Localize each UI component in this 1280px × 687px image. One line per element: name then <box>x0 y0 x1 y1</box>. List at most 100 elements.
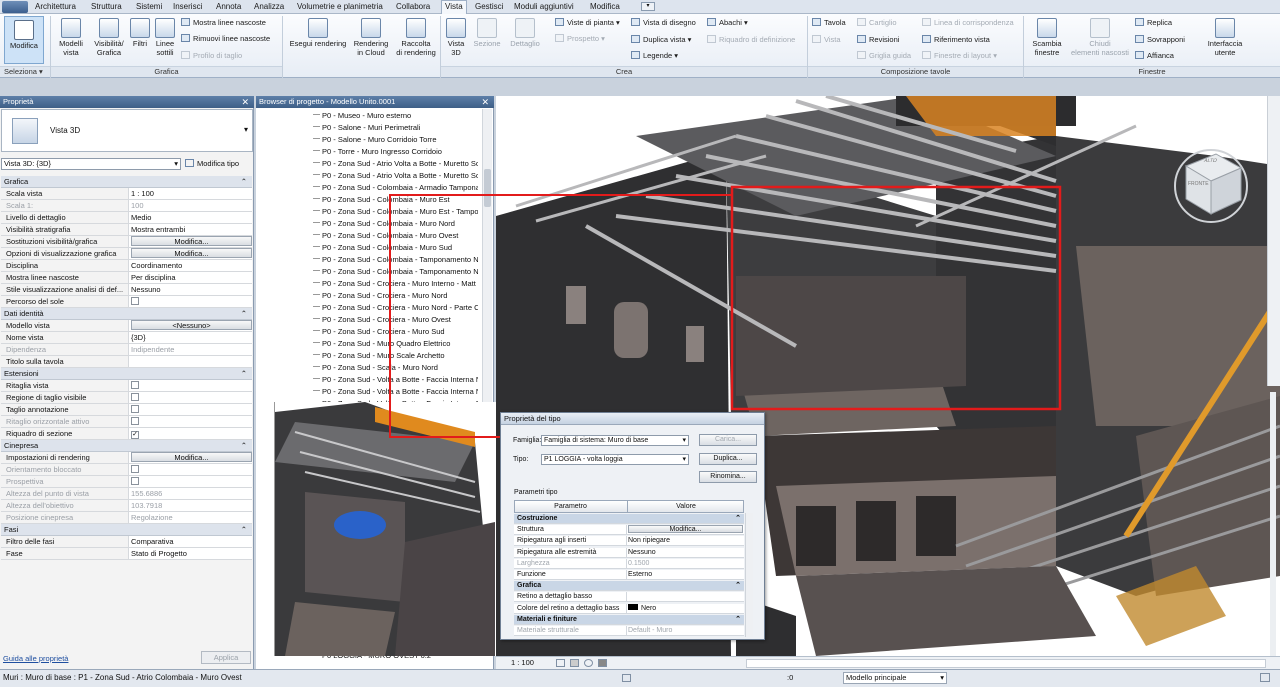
param-value[interactable]: 0.1500 <box>626 558 743 568</box>
3d-view-button[interactable]: Vista 3D <box>444 18 468 57</box>
modify-button[interactable]: Modifica <box>4 16 44 64</box>
param-section-header[interactable]: Materiali e finiture ⌃ <box>514 614 744 625</box>
tree-item[interactable]: P0 - Zona Sud - Colombaia - Muro Nord <box>313 218 478 230</box>
view-scale[interactable]: 1 : 100 <box>511 658 534 667</box>
cut-profile-button[interactable]: Profilo di taglio <box>181 51 242 61</box>
property-value[interactable]: Nessuno <box>128 284 252 295</box>
filters-button[interactable]: Filtri <box>129 18 151 48</box>
tab-architettura[interactable]: Architettura <box>35 1 76 14</box>
param-value[interactable]: Esterno <box>626 570 743 579</box>
viewcube-top-label[interactable]: ALTO <box>1203 158 1218 164</box>
sheet-button[interactable]: Tavola <box>812 18 846 28</box>
tab-moduli-aggiuntivi[interactable]: Moduli aggiuntivi <box>514 1 574 14</box>
checkbox[interactable]: ✓ <box>131 431 139 439</box>
tree-item[interactable]: P0 - Museo - Muro esterno <box>313 110 478 122</box>
tree-item[interactable]: P0 - Zona Sud - Atrio Volta a Botte - Mu… <box>313 158 478 170</box>
thin-lines-button[interactable]: Linee sottili <box>152 18 178 57</box>
scrollbar-thumb[interactable] <box>484 169 491 207</box>
tile-button[interactable]: Affianca <box>1135 51 1174 61</box>
property-value[interactable]: Indipendente <box>128 344 252 355</box>
navigation-bar[interactable] <box>1267 96 1280 386</box>
checkbox[interactable] <box>131 417 139 425</box>
tab-volumetrie[interactable]: Volumetrie e planimetria <box>297 1 383 14</box>
property-value[interactable]: Comparativa <box>128 536 252 547</box>
tree-item[interactable]: P0 - Zona Sud - Colombaia - Muro Est <box>313 194 478 206</box>
load-button[interactable]: Carica... <box>699 434 757 446</box>
property-section-header[interactable]: Grafica ⌃ <box>1 176 252 188</box>
tab-annota[interactable]: Annota <box>216 1 241 14</box>
tree-item[interactable]: P0 - Zona Sud - Crociera - Muro Nord - P… <box>313 302 478 314</box>
tree-item[interactable]: P0 - Zona Sud - Muro Scale Archetto <box>313 350 478 362</box>
scope-box-button[interactable]: Riquadro di definizione <box>707 35 795 45</box>
tree-item[interactable]: P0 - Zona Sud - Colombaia - Muro Est - T… <box>313 206 478 218</box>
properties-help-link[interactable]: Guida alle proprietà <box>3 654 68 663</box>
visual-style-icon[interactable] <box>570 659 579 667</box>
type-selector[interactable]: Vista 3D ▾ <box>1 109 253 152</box>
title-block-button[interactable]: Cartiglio <box>857 18 897 28</box>
tree-item[interactable]: P0 - Zona Sud - Crociera - Muro Nord <box>313 290 478 302</box>
view-reference-button[interactable]: Riferimento vista <box>922 35 990 45</box>
click-to-select-icon[interactable] <box>622 674 631 682</box>
property-value[interactable]: Coordinamento <box>128 260 252 271</box>
elevation-button[interactable]: Prospetto ▾ <box>555 34 605 44</box>
param-value[interactable]: Nessuno <box>626 547 743 557</box>
property-value[interactable]: {3D} <box>128 332 252 343</box>
close-icon[interactable]: ✕ <box>481 96 489 108</box>
filter-icon[interactable] <box>1260 673 1270 682</box>
property-value[interactable]: 100 <box>128 200 252 211</box>
property-value[interactable] <box>128 356 252 367</box>
edit-button[interactable]: Modifica... <box>131 248 252 258</box>
tab-analizza[interactable]: Analizza <box>254 1 284 14</box>
checkbox[interactable] <box>131 381 139 389</box>
param-value[interactable]: Nero <box>626 603 743 613</box>
tab-sistemi[interactable]: Sistemi <box>136 1 162 14</box>
browser-scrollbar[interactable] <box>482 109 492 409</box>
property-section-header[interactable]: Dati identità ⌃ <box>1 308 252 320</box>
property-value[interactable]: Medio <box>128 212 252 223</box>
tree-item[interactable]: P0 - Zona Sud - Crociera - Muro Interno … <box>313 278 478 290</box>
switch-windows-button[interactable]: Scambia finestre <box>1026 18 1068 57</box>
tab-vista[interactable]: Vista <box>441 0 467 15</box>
param-value[interactable]: Default - Muro <box>626 626 743 635</box>
edit-button[interactable]: Modifica... <box>131 236 252 246</box>
detail-level-icon[interactable] <box>556 659 565 667</box>
revisions-button[interactable]: Revisioni <box>857 35 899 45</box>
shadows-icon[interactable] <box>598 659 607 667</box>
param-table-scrollbar[interactable] <box>745 513 753 637</box>
tree-item[interactable]: P0 - Zona Sud - Crociera - Muro Sud <box>313 326 478 338</box>
property-section-header[interactable]: Estensioni ⌃ <box>1 368 252 380</box>
render-button[interactable]: Esegui rendering <box>286 18 350 48</box>
tab-collabora[interactable]: Collabora <box>396 1 430 14</box>
param-value[interactable]: Non ripiegare <box>626 536 743 546</box>
checkbox[interactable] <box>131 393 139 401</box>
tree-item[interactable]: P0 - Zona Sud - Colombaia - Tamponamento… <box>313 266 478 278</box>
property-value[interactable]: 1 : 100 <box>128 188 252 199</box>
property-section-header[interactable]: Fasi ⌃ <box>1 524 252 536</box>
render-cloud-button[interactable]: Rendering in Cloud <box>350 18 392 57</box>
tree-item[interactable]: P0 - Zona Sud - Crociera - Muro Ovest <box>313 314 478 326</box>
ribbon-minimize-icon[interactable]: ▾ <box>641 2 655 11</box>
property-value[interactable]: Mostra entrambi <box>128 224 252 235</box>
edit-type-button[interactable]: Modifica tipo <box>185 158 251 170</box>
viewport-scrollbar[interactable] <box>1270 392 1276 656</box>
show-hidden-lines-button[interactable]: Mostra linee nascoste <box>181 18 266 28</box>
tree-item[interactable]: P0 - Zona Sud - Atrio Volta a Botte - Mu… <box>313 170 478 182</box>
guide-grid-button[interactable]: Griglia guida <box>857 51 911 61</box>
checkbox[interactable] <box>131 405 139 413</box>
close-hidden-button[interactable]: Chiudi elementi nascosti <box>1068 18 1132 57</box>
tree-item[interactable]: P0 - Salone - Muri Perimetrali <box>313 122 478 134</box>
viewcube-front-label[interactable]: FRONTE <box>1188 181 1209 187</box>
tree-item[interactable]: P0 - Zona Sud - Muro Quadro Elettrico <box>313 338 478 350</box>
tree-item[interactable]: P0 - Zona Sud - Scala - Muro Nord <box>313 362 478 374</box>
tree-item[interactable]: P0 - Zona Sud - Volta a Botte - Faccia I… <box>313 374 478 386</box>
schedules-button[interactable]: Abachi ▾ <box>707 18 748 28</box>
property-value[interactable]: Per disciplina <box>128 272 252 283</box>
replicate-button[interactable]: Replica <box>1135 18 1172 28</box>
property-value[interactable]: Regolazione <box>128 512 252 523</box>
property-value[interactable]: 155.6886 <box>128 488 252 499</box>
checkbox[interactable] <box>131 465 139 473</box>
drafting-view-button[interactable]: Vista di disegno <box>631 18 696 28</box>
param-section-header[interactable]: Costruzione ⌃ <box>514 514 744 524</box>
select-dropdown[interactable]: Seleziona ▾ <box>0 66 50 77</box>
viewports-button[interactable]: Finestre di layout ▾ <box>922 51 997 61</box>
